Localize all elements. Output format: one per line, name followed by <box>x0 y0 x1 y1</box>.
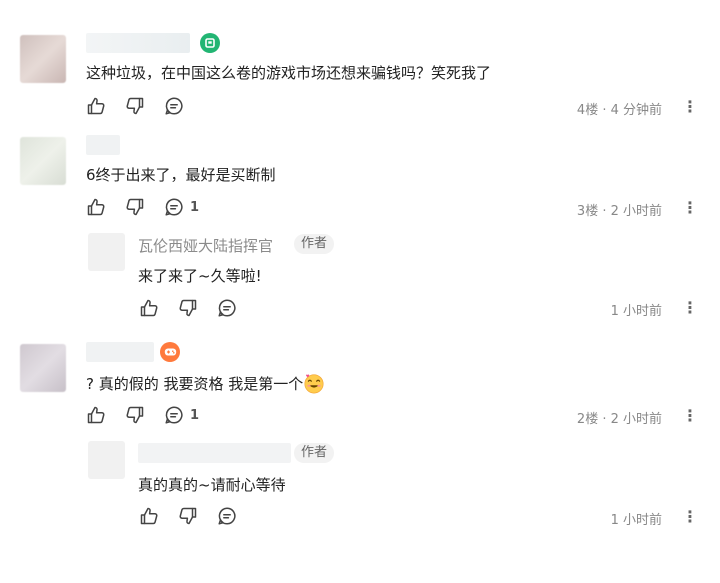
comment-icon <box>217 298 237 318</box>
thumbs-down-icon <box>125 197 145 217</box>
game-controller-badge-icon <box>160 342 180 362</box>
thumbs-up-icon <box>86 197 106 217</box>
comment-text: ? 真的假的 我要资格 我是第一个 <box>86 372 325 394</box>
comment-icon <box>164 96 184 116</box>
timestamp: 1 小时前 <box>610 513 662 528</box>
thumbs-down-icon <box>125 96 145 116</box>
more-vertical-icon[interactable]: ⋮ <box>682 99 698 115</box>
comment-icon <box>164 405 184 425</box>
avatar[interactable] <box>20 344 66 392</box>
comment-text: 这种垃圾，在中国这么卷的游戏市场还想来骗钱吗？笑死我了 <box>86 64 492 82</box>
thumbs-down-icon <box>178 506 198 526</box>
reply-button[interactable] <box>164 96 184 116</box>
dislike-button[interactable] <box>178 506 198 526</box>
reply-button[interactable]: 1 <box>164 197 199 217</box>
more-vertical-icon[interactable]: ⋮ <box>682 509 698 525</box>
like-button[interactable] <box>139 298 159 318</box>
thumbs-up-icon <box>139 506 159 526</box>
dislike-button[interactable] <box>125 405 145 425</box>
username-placeholder[interactable] <box>86 33 190 53</box>
floor-timestamp: 2楼 · 2 小时前 <box>576 412 662 427</box>
username-placeholder[interactable] <box>86 342 154 362</box>
avatar[interactable] <box>20 35 66 83</box>
thumbs-down-icon <box>178 298 198 318</box>
like-button[interactable] <box>139 506 159 526</box>
heart-eyes-emoji-icon <box>304 374 324 394</box>
thumbs-down-icon <box>125 405 145 425</box>
reply-button[interactable] <box>217 506 237 526</box>
dislike-button[interactable] <box>125 197 145 217</box>
username-placeholder[interactable] <box>86 135 120 155</box>
author-tag: 作者 <box>294 443 335 463</box>
reply-username-placeholder[interactable] <box>138 443 291 463</box>
comment-text-content: ? 真的假的 我要资格 我是第一个 <box>86 375 304 393</box>
avatar[interactable] <box>88 233 125 271</box>
comment-text: 6终于出来了，最好是买断制 <box>86 166 276 184</box>
like-button[interactable] <box>86 405 106 425</box>
more-vertical-icon[interactable]: ⋮ <box>682 300 698 316</box>
thumbs-up-icon <box>86 405 106 425</box>
like-button[interactable] <box>86 197 106 217</box>
avatar[interactable] <box>20 137 66 185</box>
reply-username[interactable]: 瓦伦西娅大陆指挥官 <box>138 235 273 256</box>
more-vertical-icon[interactable]: ⋮ <box>682 408 698 424</box>
reply-text: 来了来了~久等啦! <box>138 267 262 285</box>
dislike-button[interactable] <box>125 96 145 116</box>
like-button[interactable] <box>86 96 106 116</box>
reply-button[interactable] <box>217 298 237 318</box>
thumbs-up-icon <box>139 298 159 318</box>
comment-icon <box>217 506 237 526</box>
reply-count: 1 <box>190 199 200 215</box>
reply-count: 1 <box>190 407 200 423</box>
dislike-button[interactable] <box>178 298 198 318</box>
comment-icon <box>164 197 184 217</box>
floor-timestamp: 4楼 · 4 分钟前 <box>576 103 662 118</box>
reply-button[interactable]: 1 <box>164 405 199 425</box>
floor-timestamp: 3楼 · 2 小时前 <box>576 204 662 219</box>
author-tag: 作者 <box>294 234 335 254</box>
level-badge-icon <box>200 33 220 53</box>
more-vertical-icon[interactable]: ⋮ <box>682 200 698 216</box>
timestamp: 1 小时前 <box>610 304 662 319</box>
reply-text: 真的真的~请耐心等待 <box>138 476 286 494</box>
thumbs-up-icon <box>86 96 106 116</box>
avatar[interactable] <box>88 441 125 479</box>
